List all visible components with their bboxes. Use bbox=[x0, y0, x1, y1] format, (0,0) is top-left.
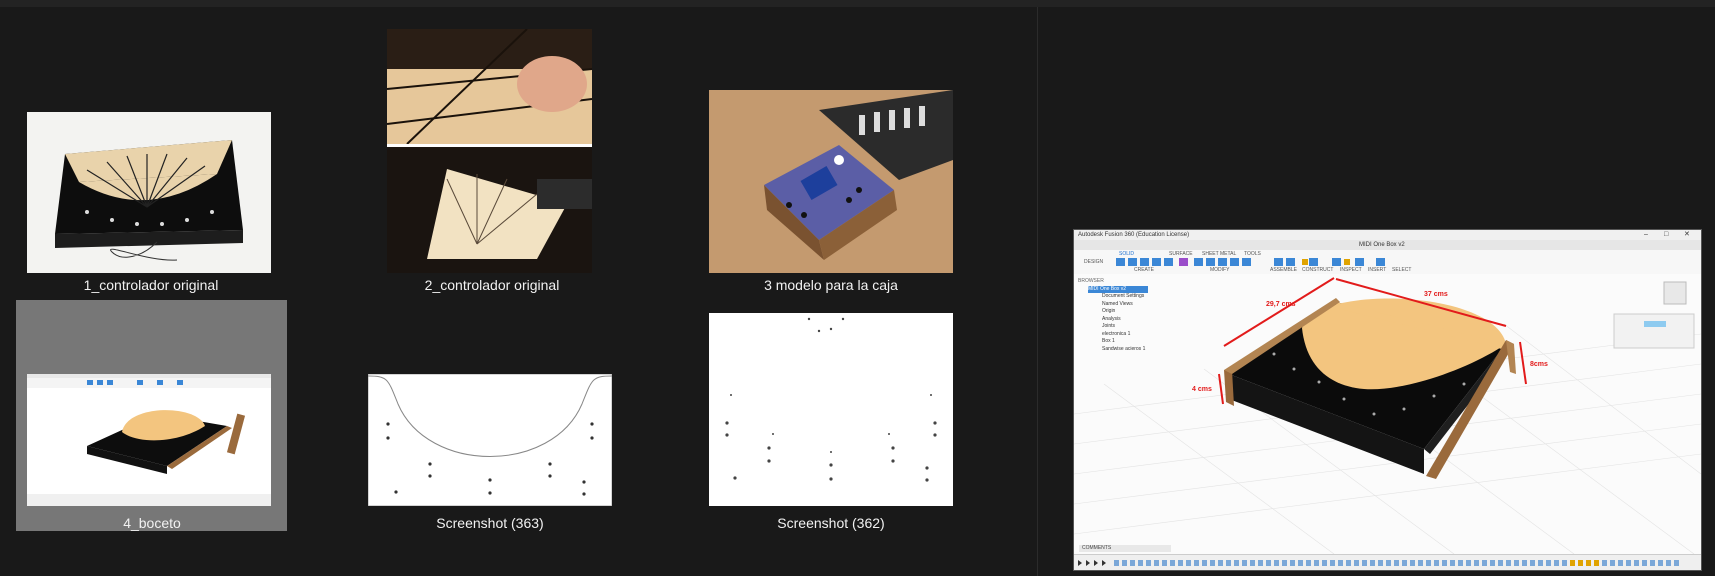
fusion-group-construct: CONSTRUCT bbox=[1302, 267, 1334, 273]
fusion-app-title: Autodesk Fusion 360 (Education License) bbox=[1078, 232, 1190, 238]
fusion-title-bar: Autodesk Fusion 360 (Education License) … bbox=[1074, 230, 1701, 240]
fusion-toolbar-icons bbox=[1116, 258, 1385, 266]
fusion-group-select: SELECT bbox=[1392, 267, 1412, 273]
fusion-comments-bar: COMMENTS bbox=[1079, 545, 1171, 552]
gallery-caption-1: 1_controlador original bbox=[83, 277, 219, 293]
timeline-icons bbox=[1078, 560, 1679, 566]
window-minimize-icon: – bbox=[1644, 231, 1648, 238]
fusion-group-inspect: INSPECT bbox=[1340, 267, 1362, 273]
fusion-preview-image: Autodesk Fusion 360 (Education License) … bbox=[1073, 229, 1702, 571]
thumbnail-controller-photo-1 bbox=[27, 112, 271, 273]
thumbnail-box-model-photo bbox=[709, 90, 953, 273]
view-cube-icon bbox=[1663, 281, 1687, 305]
fusion-toolbar: DESIGN SOLID SURFACE SHEET METAL TOOLS C… bbox=[1074, 250, 1701, 275]
controller-photo-collage-image bbox=[387, 29, 592, 273]
thumbnail-screenshot-362 bbox=[709, 313, 953, 506]
browser-item-sandwise: Sandwise acieros 1 bbox=[1102, 345, 1146, 352]
gallery-caption-6: Screenshot (362) bbox=[777, 515, 885, 531]
browser-item-origin: Origin bbox=[1102, 308, 1116, 314]
browser-item-document-settings: Document Settings bbox=[1102, 293, 1145, 299]
gallery-caption-2: 2_controlador original bbox=[424, 277, 560, 293]
browser-item-electronica: electronica 1 bbox=[1102, 330, 1131, 337]
gallery-item-2[interactable]: 2_controlador original bbox=[372, 7, 612, 293]
browser-item-joints: Joints bbox=[1102, 323, 1116, 329]
screenshot-362-image bbox=[709, 313, 953, 506]
browser-item-root: MIDI One Box v2 bbox=[1088, 285, 1148, 293]
browser-item-box: Box 1 bbox=[1102, 338, 1115, 344]
controller-photo-image bbox=[27, 112, 271, 273]
gallery-item-5[interactable]: Screenshot (363) bbox=[360, 300, 620, 531]
gallery-item-4-selected[interactable]: 4_boceto bbox=[16, 300, 287, 531]
gallery-item-1[interactable]: 1_controlador original bbox=[0, 7, 310, 293]
dimension-label-back-height: 8cms bbox=[1530, 361, 1548, 368]
box-model-photo-image bbox=[709, 90, 953, 273]
thumbnail-gallery: 1_controlador original 2_controlador ori… bbox=[0, 7, 1037, 576]
fusion-document-tabs: MIDI One Box v2 bbox=[1074, 240, 1701, 250]
thumbnail-sketch-screenshot bbox=[27, 374, 271, 506]
top-strip bbox=[0, 0, 1715, 7]
window-close-icon: ✕ bbox=[1684, 231, 1690, 238]
fusion-group-insert: INSERT bbox=[1368, 267, 1387, 273]
dimension-label-front-height: 4 cms bbox=[1192, 386, 1212, 393]
fusion-browser-title: BROWSER bbox=[1078, 278, 1104, 284]
press-pull-dialog bbox=[1613, 313, 1695, 349]
browser-item-named-views: Named Views bbox=[1102, 300, 1133, 307]
gallery-item-3[interactable]: 3 modelo para la caja bbox=[700, 7, 970, 293]
gallery-caption-3: 3 modelo para la caja bbox=[764, 277, 898, 293]
fusion-document-tab: MIDI One Box v2 bbox=[1359, 242, 1405, 248]
dimension-label-length: 37 cms bbox=[1424, 291, 1448, 298]
thumbnail-controller-photo-2 bbox=[387, 29, 592, 273]
sketch-screenshot-image bbox=[27, 374, 271, 506]
browser-item-analysis: Analysis bbox=[1102, 315, 1121, 322]
fusion-group-create: CREATE bbox=[1134, 267, 1154, 273]
screenshot-363-image bbox=[368, 374, 612, 506]
fusion-timeline bbox=[1074, 554, 1701, 570]
fusion-group-assemble: ASSEMBLE bbox=[1270, 267, 1297, 273]
gallery-caption-5: Screenshot (363) bbox=[436, 515, 544, 531]
gallery-caption-4: 4_boceto bbox=[123, 515, 181, 531]
gallery-item-6[interactable]: Screenshot (362) bbox=[700, 300, 970, 531]
fusion-group-modify: MODIFY bbox=[1210, 267, 1230, 273]
dimension-label-width: 29,7 cms bbox=[1266, 301, 1296, 308]
fusion-browser-panel: BROWSER MIDI One Box v2 Document Setting… bbox=[1078, 278, 1170, 358]
thumbnail-screenshot-363 bbox=[368, 374, 612, 506]
window-maximize-icon: □ bbox=[1664, 231, 1669, 238]
